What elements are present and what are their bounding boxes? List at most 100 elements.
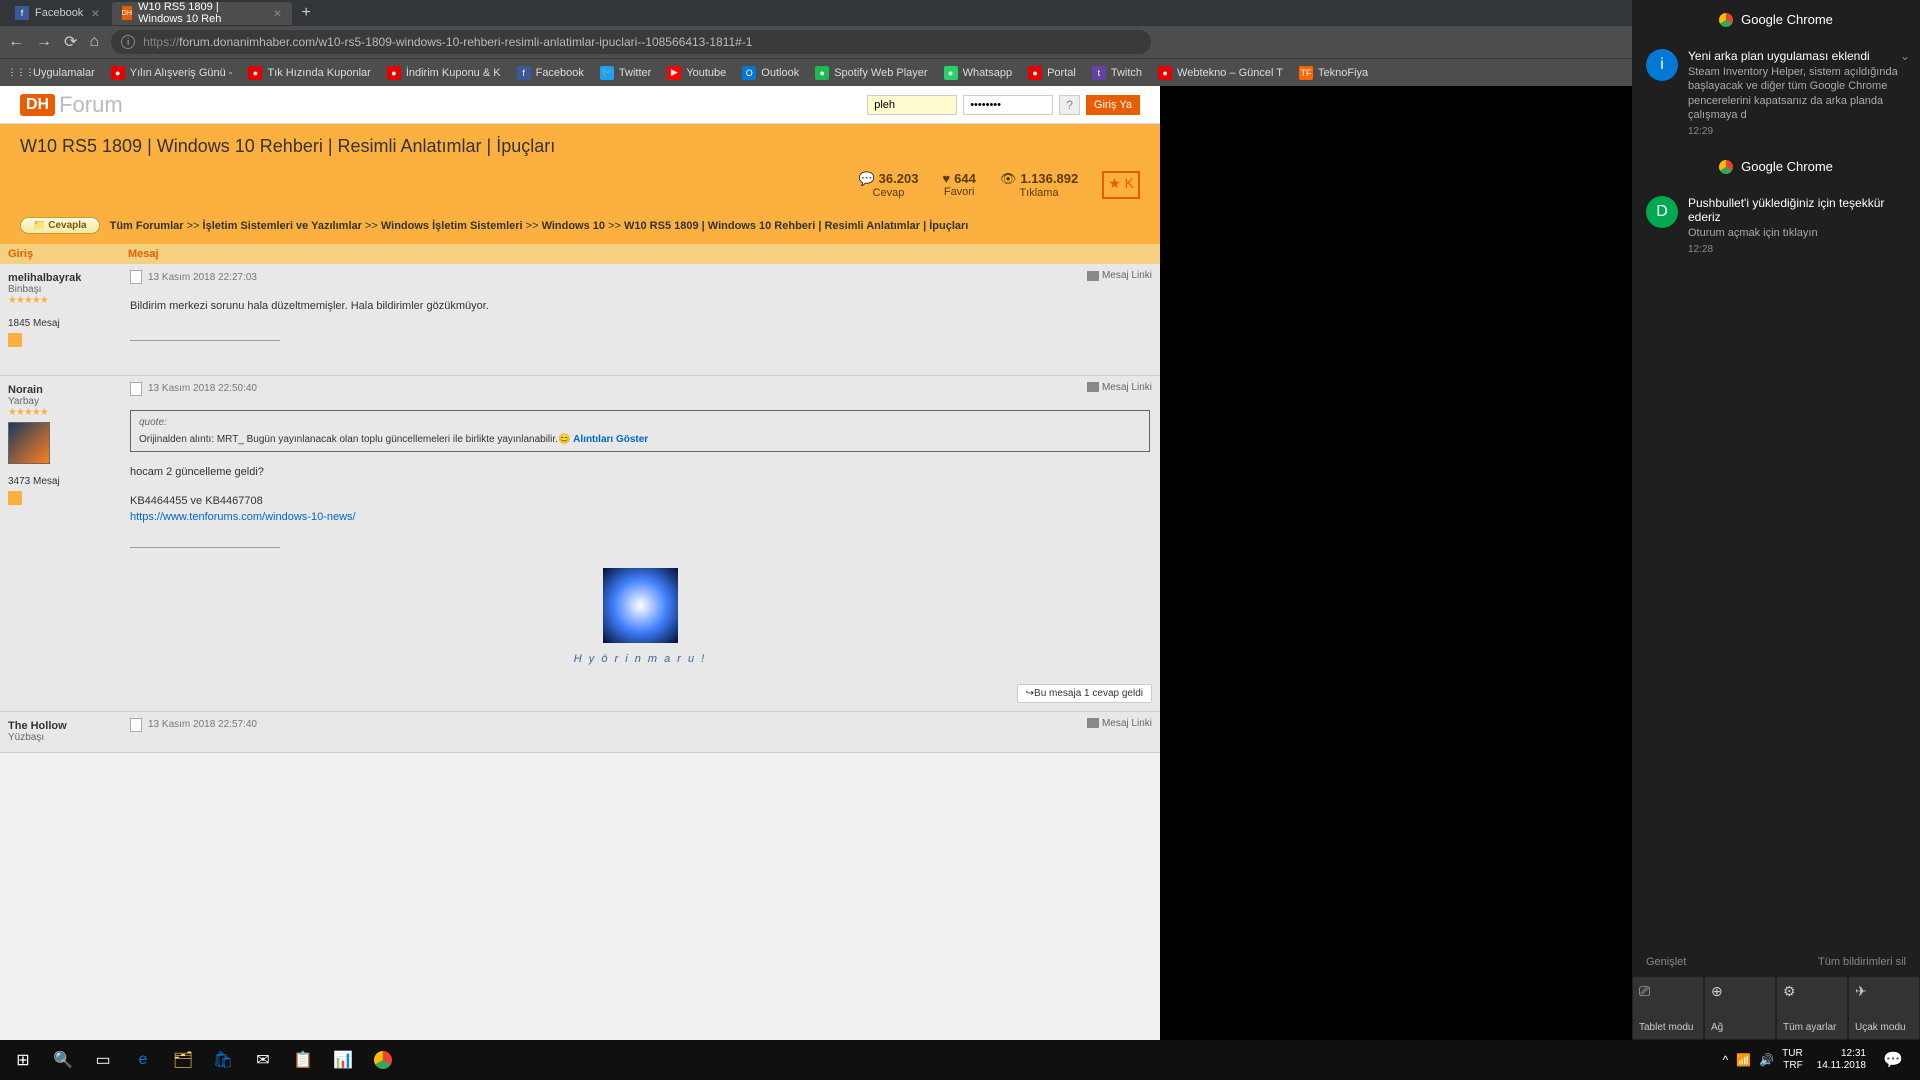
- bookmark-favicon: ●: [248, 66, 262, 80]
- reload-button[interactable]: ⟳: [64, 32, 77, 52]
- browser-tab[interactable]: f Facebook ×: [5, 2, 110, 25]
- browser-tab-active[interactable]: DH W10 RS5 1809 | Windows 10 Reh ×: [112, 2, 292, 25]
- external-link[interactable]: https://www.tenforums.com/windows-10-new…: [130, 511, 356, 523]
- language-indicator[interactable]: TURTRF: [1782, 1048, 1803, 1072]
- taskbar-app-mail[interactable]: ✉: [244, 1041, 282, 1079]
- login-button[interactable]: Giriş Ya: [1086, 95, 1140, 115]
- quick-action-tile[interactable]: ✈Uçak modu: [1849, 977, 1919, 1039]
- notification[interactable]: i Yeni arka plan uygulaması eklendi Stea…: [1632, 39, 1920, 147]
- tray-volume-icon[interactable]: 🔊: [1759, 1053, 1774, 1067]
- breadcrumb-link[interactable]: Windows 10: [542, 220, 605, 232]
- author-rank: Yüzbaşı: [8, 732, 112, 743]
- bookmark-item[interactable]: ● Tık Hızında Kuponlar: [242, 63, 376, 83]
- comment-icon: 💬: [858, 171, 874, 186]
- bookmark-label: Tık Hızında Kuponlar: [267, 67, 370, 79]
- forward-button[interactable]: →: [36, 33, 52, 51]
- search-button[interactable]: 🔍: [44, 1041, 82, 1079]
- quick-action-tile[interactable]: ⊕Ağ: [1705, 977, 1775, 1039]
- bookmark-item[interactable]: 🐦Twitter: [594, 63, 657, 83]
- username-input[interactable]: [867, 95, 957, 115]
- site-info-icon[interactable]: i: [121, 35, 135, 49]
- tray-chevron-icon[interactable]: ^: [1723, 1053, 1729, 1067]
- taskbar-app-notes[interactable]: 📋: [284, 1041, 322, 1079]
- taskbar-app-explorer[interactable]: 🗂: [164, 1041, 202, 1079]
- breadcrumb: Tüm Forumlar >> İşletim Sistemleri ve Ya…: [110, 220, 969, 232]
- tray-network-icon[interactable]: 📶: [1736, 1053, 1751, 1067]
- chevron-down-icon[interactable]: ⌄: [1900, 49, 1910, 63]
- bookmark-item[interactable]: ●Whatsapp: [938, 63, 1019, 83]
- bookmark-item[interactable]: fFacebook: [511, 63, 590, 83]
- breadcrumb-link[interactable]: İşletim Sistemleri ve Yazılımlar: [203, 220, 362, 232]
- bookmark-item[interactable]: ●Webtekno – Güncel T: [1152, 63, 1289, 83]
- clear-all-button[interactable]: Tüm bildirimleri sil: [1818, 956, 1906, 968]
- stat-favorites: ♥644 Favori: [942, 171, 975, 199]
- signature-divider: [130, 340, 280, 341]
- action-center-button[interactable]: 💬: [1874, 1041, 1912, 1079]
- chrome-icon: [1719, 13, 1733, 27]
- tab-title: Facebook: [35, 7, 83, 19]
- taskbar-app-store[interactable]: 🛍: [204, 1041, 242, 1079]
- notification[interactable]: D Pushbullet'i yüklediğiniz için teşekkü…: [1632, 186, 1920, 265]
- bookmark-favicon: ⋮⋮⋮: [14, 66, 28, 80]
- forum-post: Norain Yarbay ★★★★★ 3473 Mesaj 13 Kasım …: [0, 376, 1160, 712]
- post-author-panel: melihalbayrak Binbaşı ★★★★★ 1845 Mesaj: [0, 264, 120, 375]
- breadcrumb-link[interactable]: Tüm Forumlar: [110, 220, 184, 232]
- new-tab-button[interactable]: +: [294, 4, 319, 22]
- address-bar[interactable]: i https://forum.donanimhaber.com/w10-rs5…: [111, 30, 1151, 54]
- task-view-button[interactable]: ▭: [84, 1041, 122, 1079]
- bookmark-label: Portal: [1047, 67, 1076, 79]
- quote-block: quote: Orijinalden alıntı: MRT_ Bugün ya…: [130, 410, 1150, 452]
- site-logo[interactable]: DH Forum: [20, 92, 123, 118]
- bookmark-item[interactable]: ●Spotify Web Player: [809, 63, 933, 83]
- author-avatar[interactable]: [8, 422, 50, 464]
- bookmark-item[interactable]: ⋮⋮⋮Uygulamalar: [8, 63, 101, 83]
- quick-action-tile[interactable]: ⚙Tüm ayarlar: [1777, 977, 1847, 1039]
- expand-button[interactable]: Genişlet: [1646, 956, 1686, 968]
- bookmark-item[interactable]: TFTeknoFiya: [1293, 63, 1374, 83]
- posts-table-header: Giriş Mesaj: [0, 244, 1160, 264]
- post-text: KB4464455 ve KB4467708: [130, 493, 1150, 511]
- bookmark-item[interactable]: tTwitch: [1086, 63, 1148, 83]
- message-link-button[interactable]: Mesaj Linki: [1087, 718, 1152, 729]
- author-badge-icon: [8, 491, 22, 505]
- message-link-button[interactable]: Mesaj Linki: [1087, 270, 1152, 281]
- reply-count-badge[interactable]: ↪Bu mesaja 1 cevap geldi: [1017, 684, 1152, 703]
- favorite-button[interactable]: ★ K: [1102, 171, 1140, 199]
- clock[interactable]: 12:3114.11.2018: [1817, 1048, 1866, 1072]
- home-button[interactable]: ⌂: [89, 33, 99, 51]
- url-scheme: https://: [143, 35, 179, 49]
- bookmark-item[interactable]: ▶Youtube: [661, 63, 732, 83]
- th-user: Giriş: [0, 244, 120, 264]
- breadcrumb-link[interactable]: W10 RS5 1809 | Windows 10 Rehberi | Resi…: [624, 220, 968, 232]
- show-quotes-link[interactable]: Alıntıları Göster: [573, 434, 648, 445]
- author-name[interactable]: The Hollow: [8, 720, 112, 732]
- close-icon[interactable]: ×: [273, 5, 281, 21]
- author-name[interactable]: melihalbayrak: [8, 272, 112, 284]
- bookmark-favicon: ●: [111, 66, 125, 80]
- breadcrumb-link[interactable]: Windows İşletim Sistemleri: [381, 220, 523, 232]
- bookmark-item[interactable]: OOutlook: [736, 63, 805, 83]
- start-button[interactable]: ⊞: [4, 1041, 42, 1079]
- post-timestamp: 13 Kasım 2018 22:57:40: [148, 719, 257, 730]
- signature-image: [603, 568, 678, 643]
- taskbar-app-edge[interactable]: e: [124, 1041, 162, 1079]
- bookmark-item[interactable]: ●Portal: [1022, 63, 1082, 83]
- close-icon[interactable]: ×: [91, 5, 99, 21]
- message-link-button[interactable]: Mesaj Linki: [1087, 382, 1152, 393]
- reply-button[interactable]: 📁 Cevapla: [20, 217, 100, 234]
- post-text: hocam 2 güncelleme geldi?: [130, 464, 1150, 482]
- taskbar-app-chrome[interactable]: [364, 1041, 402, 1079]
- bookmark-item[interactable]: ●İndirim Kuponu & K: [381, 63, 507, 83]
- print-icon: [1087, 382, 1099, 392]
- author-name[interactable]: Norain: [8, 384, 112, 396]
- taskbar-app[interactable]: 📊: [324, 1041, 362, 1079]
- bookmark-label: Youtube: [686, 67, 726, 79]
- action-center: Google Chrome i Yeni arka plan uygulamas…: [1632, 0, 1920, 1040]
- password-input[interactable]: [963, 95, 1053, 115]
- signature-divider: [130, 547, 280, 548]
- quick-action-tile[interactable]: ⎚Tablet modu: [1633, 977, 1703, 1039]
- back-button[interactable]: ←: [8, 33, 24, 51]
- logo-mark: DH: [20, 94, 55, 116]
- bookmark-item[interactable]: ●Yılın Alışveriş Günü -: [105, 63, 239, 83]
- help-button[interactable]: ?: [1059, 95, 1080, 115]
